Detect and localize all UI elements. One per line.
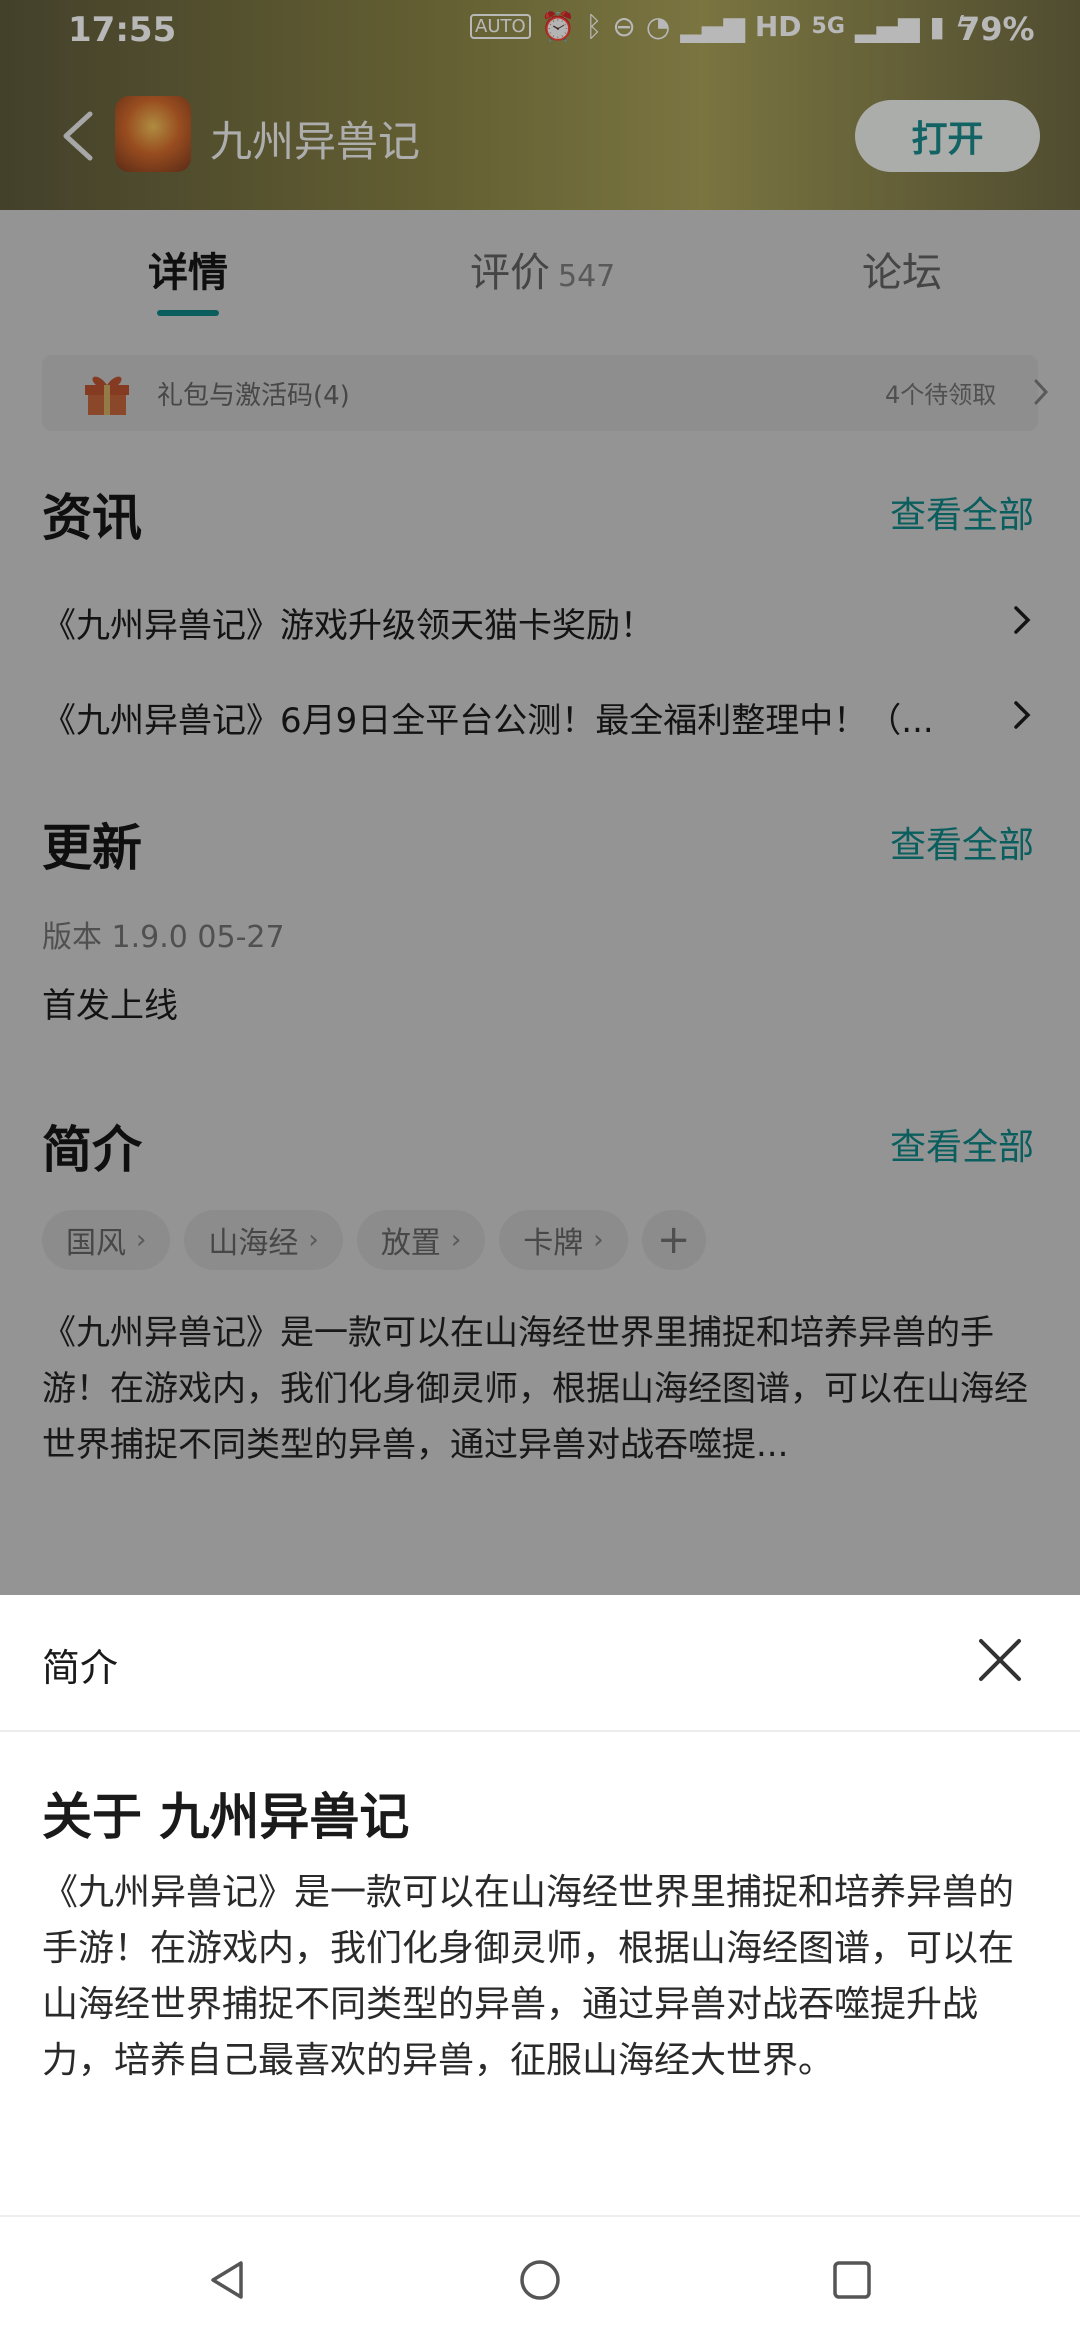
system-nav-bar (0, 2215, 1080, 2340)
modal-scrim[interactable] (0, 210, 1080, 1595)
nav-back-icon[interactable] (203, 2255, 253, 2305)
intro-bottom-sheet: 简介 关于 九州异兽记 《九州异兽记》是一款可以在山海经世界里捕捉和培养异兽的手… (0, 1595, 1080, 2215)
close-icon[interactable] (975, 1635, 1025, 1685)
nav-home-icon[interactable] (515, 2255, 565, 2305)
sheet-title: 简介 (42, 1646, 119, 1690)
sheet-description: 《九州异兽记》是一款可以在山海经世界里捕捉和培养异兽的手游！在游戏内，我们化身御… (42, 1872, 1015, 2081)
nav-recents-icon[interactable] (827, 2255, 877, 2305)
modal-scrim-top[interactable] (0, 0, 1080, 210)
sheet-heading: 关于 九州异兽记 (42, 1788, 410, 1846)
sheet-divider (0, 1730, 1080, 1732)
